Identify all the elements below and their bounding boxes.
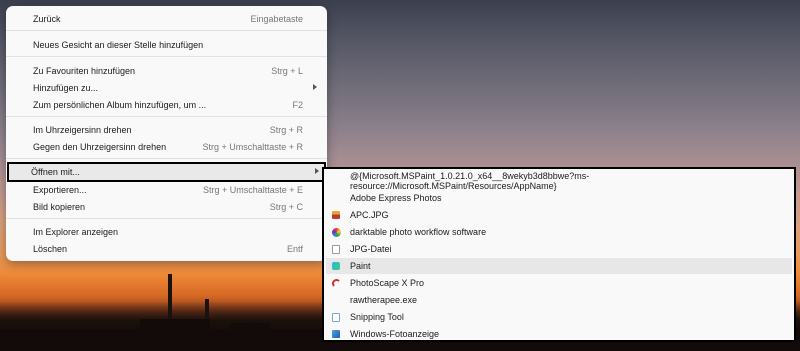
submenu-item-paint[interactable]: Paint [326,258,792,274]
building [140,319,210,351]
submenu-item-mspaint-resource[interactable]: @{Microsoft.MSPaint_1.0.21.0_x64__8wekyb… [326,171,792,191]
submenu-item-rawtherapee[interactable]: rawtherapee.exe [326,292,792,308]
menu-divider [6,30,327,31]
menu-item-back[interactable]: Zurück Eingabetaste [10,10,323,27]
menu-item-rotate-clockwise[interactable]: Im Uhrzeigersinn drehen Strg + R [10,121,323,138]
menu-item-copy-image[interactable]: Bild kopieren Strg + C [10,198,323,215]
menu-item-open-with[interactable]: Öffnen mit... [7,162,326,182]
apc-icon [332,211,340,219]
chevron-right-icon [313,84,317,90]
menu-item-rotate-counterclockwise[interactable]: Gegen den Uhrzeigersinn drehen Strg + Um… [10,138,323,155]
open-with-submenu: @{Microsoft.MSPaint_1.0.21.0_x64__8wekyb… [322,167,796,342]
menu-item-add-favourites[interactable]: Zu Favouriten hinzufügen Strg + L [10,62,323,79]
menu-item-show-in-explorer[interactable]: Im Explorer anzeigen [10,223,323,240]
submenu-item-adobe-express[interactable]: Adobe Express Photos [326,190,792,206]
darktable-icon [332,228,341,237]
menu-divider [6,56,327,57]
menu-divider [6,218,327,219]
snipping-tool-icon [332,313,340,322]
submenu-item-apc[interactable]: APC.JPG [326,207,792,223]
menu-divider [6,116,327,117]
building [230,323,270,351]
menu-divider [6,158,327,159]
menu-item-add-face[interactable]: Neues Gesicht an dieser Stelle hinzufüge… [10,36,323,53]
submenu-item-darktable[interactable]: darktable photo workflow software [326,224,792,240]
submenu-item-snipping-tool[interactable]: Snipping Tool [326,309,792,325]
chevron-right-icon [315,168,319,174]
jpg-file-icon [332,245,340,254]
windows-photo-viewer-icon [332,330,340,338]
submenu-item-windows-photo-viewer[interactable]: Windows-Fotoanzeige [326,326,792,342]
context-menu: Zurück Eingabetaste Neues Gesicht an die… [6,6,327,261]
photoscape-icon [332,279,341,288]
submenu-item-photoscape[interactable]: PhotoScape X Pro [326,275,792,291]
paint-icon [332,262,340,270]
menu-item-delete[interactable]: Löschen Entf [10,240,323,257]
menu-item-export[interactable]: Exportieren... Strg + Umschalttaste + E [10,181,323,198]
menu-item-add-personal-album[interactable]: Zum persönlichen Album hinzufügen, um ..… [10,96,323,113]
submenu-item-jpg-file[interactable]: JPG-Datei [326,241,792,257]
menu-item-add-to[interactable]: Hinzufügen zu... [10,79,323,96]
